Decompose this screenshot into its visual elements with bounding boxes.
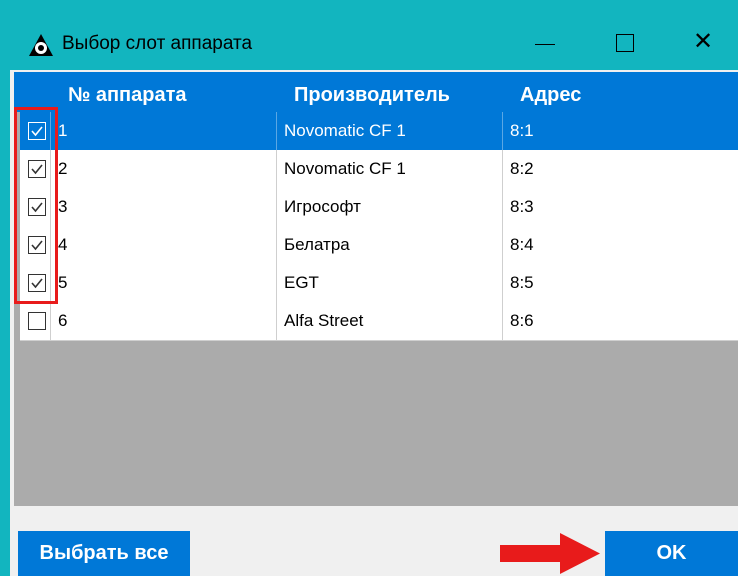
checkbox-highlight-box (14, 107, 58, 304)
cell-number[interactable]: 1 (58, 112, 67, 150)
close-icon: ✕ (693, 28, 714, 55)
column-header-number[interactable]: № аппарата (68, 84, 187, 107)
cell-maker[interactable]: Игрософт (284, 188, 361, 226)
ok-button[interactable]: OK (605, 531, 738, 576)
app-icon (29, 34, 53, 56)
grid-header: № аппарата Производитель Адрес (14, 72, 738, 112)
select-all-button[interactable]: Выбрать все (18, 531, 190, 576)
cell-divider (502, 188, 503, 226)
cell-divider (276, 188, 277, 226)
window-title: Выбор слот аппарата (62, 33, 253, 54)
minimize-button[interactable] (515, 14, 575, 70)
cell-divider (502, 150, 503, 188)
cell-address[interactable]: 8:2 (510, 150, 534, 188)
table-row[interactable]: 2 Novomatic CF 1 8:2 (20, 150, 738, 189)
cell-address[interactable]: 8:6 (510, 302, 534, 340)
cell-maker[interactable]: EGT (284, 264, 319, 302)
column-header-address[interactable]: Адрес (520, 84, 581, 107)
table-row[interactable]: 1 Novomatic CF 1 8:1 (20, 112, 738, 151)
cell-number[interactable]: 2 (58, 150, 67, 188)
cell-address[interactable]: 8:3 (510, 188, 534, 226)
cell-divider (276, 226, 277, 264)
cell-number[interactable]: 5 (58, 264, 67, 302)
cell-divider (502, 226, 503, 264)
table-row[interactable]: 6 Alfa Street 8:6 (20, 302, 738, 341)
window-border (0, 70, 10, 576)
cell-number[interactable]: 3 (58, 188, 67, 226)
table-row[interactable]: 4 Белатра 8:4 (20, 226, 738, 265)
maximize-button[interactable] (595, 14, 655, 70)
cell-maker[interactable]: Белатра (284, 226, 350, 264)
cell-maker[interactable]: Novomatic CF 1 (284, 150, 406, 188)
arrow-icon (500, 533, 600, 574)
cell-divider (502, 264, 503, 302)
table-row[interactable]: 3 Игрософт 8:3 (20, 188, 738, 227)
cell-divider (502, 112, 503, 150)
table-row[interactable]: 5 EGT 8:5 (20, 264, 738, 303)
close-button[interactable]: ✕ (675, 14, 735, 70)
cell-divider (276, 112, 277, 150)
cell-maker[interactable]: Novomatic CF 1 (284, 112, 406, 150)
cell-number[interactable]: 4 (58, 226, 67, 264)
cell-address[interactable]: 8:4 (510, 226, 534, 264)
cell-divider (276, 302, 277, 340)
cell-divider (50, 302, 51, 340)
cell-number[interactable]: 6 (58, 302, 67, 340)
slot-grid[interactable]: № аппарата Производитель Адрес 1 Novomati… (14, 72, 738, 506)
slot-select-window: Выбор слот аппарата ✕ № аппарата Произво… (0, 0, 738, 576)
column-header-maker[interactable]: Производитель (294, 84, 450, 107)
cell-address[interactable]: 8:1 (510, 112, 534, 150)
title-bar[interactable]: Выбор слот аппарата ✕ (0, 0, 738, 70)
cell-divider (276, 264, 277, 302)
cell-divider (502, 302, 503, 340)
row-checkbox[interactable] (28, 312, 46, 330)
cell-address[interactable]: 8:5 (510, 264, 534, 302)
cell-maker[interactable]: Alfa Street (284, 302, 363, 340)
cell-divider (276, 150, 277, 188)
